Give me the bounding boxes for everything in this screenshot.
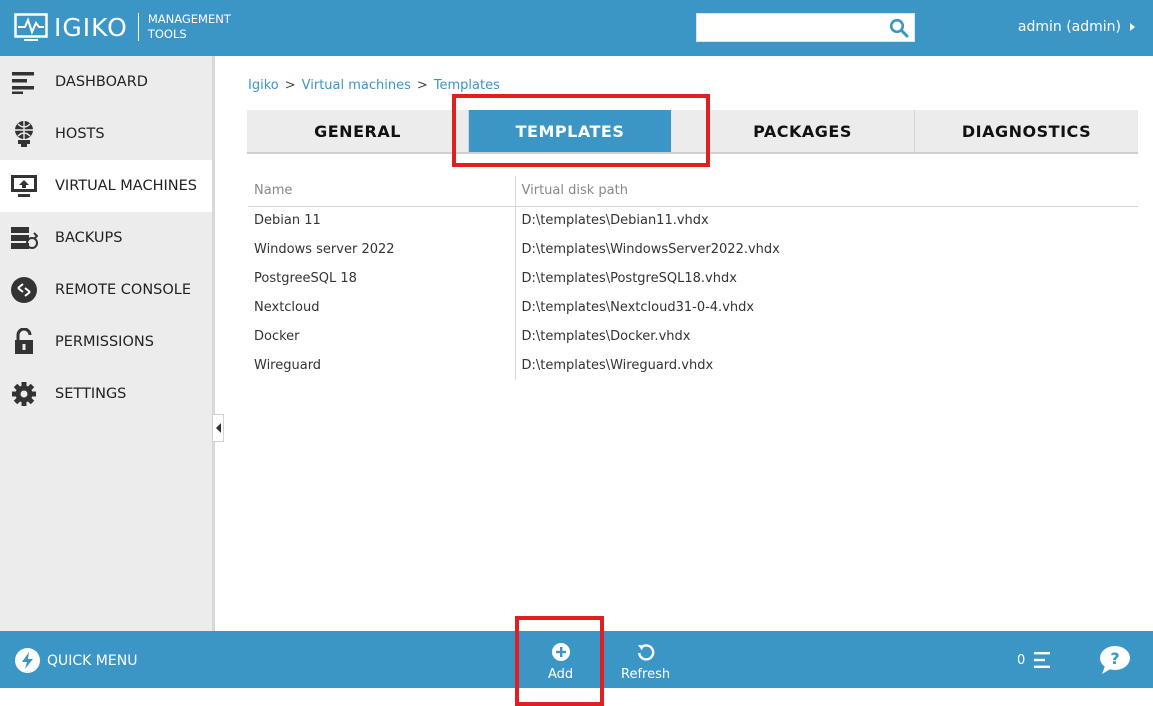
sidebar-item-label: REMOTE CONSOLE — [55, 282, 192, 298]
user-menu[interactable]: admin (admin) — [1018, 19, 1135, 35]
add-circle-icon — [551, 643, 570, 661]
tab-templates-wrap: TEMPLATES — [469, 110, 691, 152]
table-row[interactable]: Nextcloud D:\templates\Nextcloud31-0-4.v… — [248, 293, 1138, 322]
cell-disk-path: D:\templates\WindowsServer2022.vhdx — [521, 242, 780, 257]
breadcrumb-separator: > — [416, 78, 428, 93]
tab-bar: GENERAL TEMPLATES PACKAGES DIAGNOSTICS — [247, 110, 1138, 154]
cell-disk-path: D:\templates\Nextcloud31-0-4.vhdx — [521, 300, 755, 315]
chevron-left-icon — [215, 423, 221, 433]
search-icon[interactable] — [889, 18, 909, 38]
breadcrumb: Igiko > Virtual machines > Templates — [248, 78, 500, 93]
lightning-icon — [15, 648, 40, 673]
table-header-row: Name Virtual disk path — [248, 176, 1138, 207]
host-globe-icon — [10, 120, 38, 148]
add-button[interactable]: Add — [548, 642, 573, 682]
breadcrumb-separator: > — [284, 78, 296, 93]
tab-packages[interactable]: PACKAGES — [691, 110, 915, 152]
breadcrumb-link-virtual-machines[interactable]: Virtual machines — [302, 78, 411, 93]
table-row[interactable]: Debian 11 D:\templates\Debian11.vhdx — [248, 206, 1138, 235]
sidebar-item-backups[interactable]: BACKUPS — [0, 212, 212, 264]
sidebar-item-virtual-machines[interactable]: VIRTUAL MACHINES — [0, 160, 212, 212]
brand-subtitle-line1: MANAGEMENT — [147, 12, 231, 26]
add-label: Add — [548, 667, 574, 682]
list-icon — [1034, 652, 1051, 668]
cell-name: Nextcloud — [248, 293, 516, 322]
sidebar-item-label: HOSTS — [55, 126, 105, 142]
sidebar-item-settings[interactable]: SETTINGS — [0, 368, 212, 420]
table-row[interactable]: Docker D:\templates\Docker.vhdx — [248, 322, 1138, 351]
sidebar-collapse-handle[interactable] — [212, 414, 224, 442]
cell-name: Wireguard — [248, 351, 516, 380]
tab-general[interactable]: GENERAL — [247, 110, 469, 152]
brand-subtitle-line2: TOOLS — [147, 27, 187, 41]
sidebar-item-label: DASHBOARD — [55, 74, 148, 90]
sidebar-item-remote-console[interactable]: REMOTE CONSOLE — [0, 264, 212, 316]
search-box — [696, 13, 915, 42]
refresh-label: Refresh — [621, 667, 671, 682]
logo-icon — [14, 13, 48, 41]
table-row[interactable]: Wireguard D:\templates\Wireguard.vhdx — [248, 351, 1138, 380]
cell-disk-path: D:\templates\PostgreSQL18.vhdx — [521, 271, 737, 286]
quick-menu-button[interactable]: QUICK MENU — [15, 648, 137, 673]
caret-right-icon — [1130, 23, 1135, 31]
sidebar-item-label: BACKUPS — [55, 230, 123, 246]
logo-divider — [137, 13, 139, 41]
breadcrumb-link-templates[interactable]: Templates — [434, 78, 500, 93]
refresh-button[interactable]: Refresh — [621, 642, 670, 682]
sidebar-item-label: PERMISSIONS — [55, 334, 154, 350]
sidebar-item-label: VIRTUAL MACHINES — [55, 178, 197, 194]
task-list-button[interactable]: 0 — [1017, 651, 1052, 669]
lock-icon — [10, 328, 38, 356]
remote-console-icon — [10, 276, 38, 304]
app-logo[interactable]: IGIKO MANAGEMENT TOOLS — [14, 12, 231, 42]
svg-text:?: ? — [1110, 649, 1119, 668]
column-header-name[interactable]: Name — [248, 176, 516, 207]
sidebar: DASHBOARD HOSTS VIRTUAL MACHINES BACKUPS… — [0, 56, 215, 631]
quick-menu-label: QUICK MENU — [47, 652, 138, 669]
cell-disk-path: D:\templates\Wireguard.vhdx — [521, 358, 714, 373]
backup-icon — [10, 224, 38, 252]
user-label: admin (admin) — [1017, 19, 1121, 35]
tab-templates[interactable]: TEMPLATES — [469, 110, 671, 152]
table-row[interactable]: PostgreeSQL 18 D:\templates\PostgreSQL18… — [248, 264, 1138, 293]
tab-diagnostics[interactable]: DIAGNOSTICS — [915, 110, 1138, 152]
gear-icon — [10, 380, 38, 408]
task-count: 0 — [1017, 652, 1026, 668]
search-input[interactable] — [697, 14, 882, 41]
cell-name: PostgreeSQL 18 — [248, 264, 516, 293]
sidebar-item-permissions[interactable]: PERMISSIONS — [0, 316, 212, 368]
cell-disk-path: D:\templates\Debian11.vhdx — [521, 213, 709, 229]
refresh-icon — [637, 644, 654, 661]
table-row[interactable]: Windows server 2022 D:\templates\Windows… — [248, 235, 1138, 264]
breadcrumb-link-igiko[interactable]: Igiko — [248, 78, 279, 93]
brand-name: IGIKO — [54, 12, 128, 42]
dashboard-icon — [10, 68, 38, 96]
column-header-disk-path[interactable]: Virtual disk path — [515, 176, 1138, 207]
cell-name: Debian 11 — [248, 206, 516, 235]
top-bar: IGIKO MANAGEMENT TOOLS admin (admin) — [0, 0, 1153, 56]
help-icon[interactable]: ? — [1098, 645, 1131, 675]
sidebar-item-label: SETTINGS — [55, 386, 127, 402]
monitor-icon — [10, 172, 38, 200]
cell-disk-path: D:\templates\Docker.vhdx — [521, 329, 691, 344]
sidebar-item-hosts[interactable]: HOSTS — [0, 108, 212, 160]
templates-table: Name Virtual disk path Debian 11 D:\temp… — [248, 176, 1138, 380]
cell-name: Windows server 2022 — [248, 235, 516, 264]
bottom-bar: QUICK MENU Add Refresh 0 ? — [0, 631, 1153, 688]
cell-name: Docker — [248, 322, 516, 351]
sidebar-item-dashboard[interactable]: DASHBOARD — [0, 56, 212, 108]
brand-subtitle: MANAGEMENT TOOLS — [148, 12, 231, 42]
